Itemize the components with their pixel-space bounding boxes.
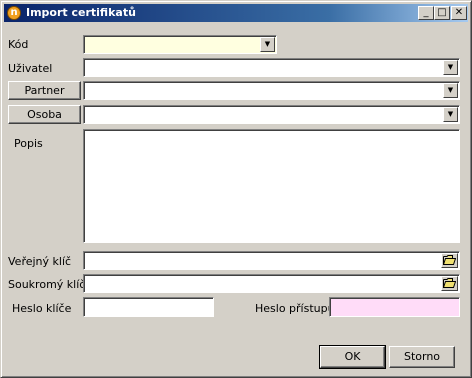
partner-button-label: Partner (24, 84, 65, 97)
verejny-klic-label: Veřejný klíč (8, 255, 72, 268)
minimize-button[interactable]: _ (418, 6, 434, 20)
verejny-klic-input[interactable] (83, 251, 460, 270)
osoba-select[interactable]: ▼ (83, 105, 460, 124)
close-icon: ✕ (454, 7, 464, 18)
ok-button[interactable]: OK (319, 345, 386, 369)
heslo-pristupu-input[interactable] (329, 297, 460, 317)
folder-open-icon (442, 255, 457, 265)
heslo-klice-input[interactable] (83, 297, 214, 317)
popis-textarea[interactable] (83, 129, 460, 243)
app-icon: n (7, 6, 21, 20)
soukromy-klic-label: Soukromý klíč (8, 278, 86, 291)
browse-public-key-button[interactable] (441, 253, 458, 268)
kod-label: Kód (8, 38, 29, 51)
storno-button-label: Storno (403, 350, 441, 363)
soukromy-klic-input[interactable] (83, 274, 460, 293)
ok-button-label: OK (344, 350, 361, 363)
osoba-button[interactable]: Osoba (8, 105, 81, 124)
maximize-button[interactable]: □ (434, 6, 450, 20)
folder-open-icon (442, 278, 457, 288)
minimize-icon: _ (423, 7, 429, 18)
osoba-button-label: Osoba (27, 108, 62, 121)
kod-select[interactable]: ▼ (83, 35, 277, 54)
close-button[interactable]: ✕ (451, 6, 467, 20)
browse-private-key-button[interactable] (441, 276, 458, 291)
uzivatel-label: Uživatel (8, 62, 53, 75)
heslo-pristupu-label: Heslo přístupu (255, 302, 335, 315)
popis-label: Popis (14, 137, 43, 150)
chevron-down-icon[interactable]: ▼ (260, 37, 275, 52)
chevron-down-icon[interactable]: ▼ (443, 83, 458, 98)
maximize-icon: □ (437, 7, 447, 18)
chevron-down-icon[interactable]: ▼ (443, 60, 458, 75)
uzivatel-select[interactable]: ▼ (83, 58, 460, 77)
window-title: Import certifikatů (26, 6, 136, 19)
heslo-klice-label: Heslo klíče (12, 302, 72, 315)
chevron-down-icon[interactable]: ▼ (443, 107, 458, 122)
title-bar[interactable]: n Import certifikatů _ □ ✕ (4, 4, 468, 22)
storno-button[interactable]: Storno (389, 346, 455, 368)
partner-select[interactable]: ▼ (83, 81, 460, 100)
partner-button[interactable]: Partner (8, 81, 81, 100)
import-dialog: n Import certifikatů _ □ ✕ Kód ▼ Uživate… (0, 0, 472, 378)
